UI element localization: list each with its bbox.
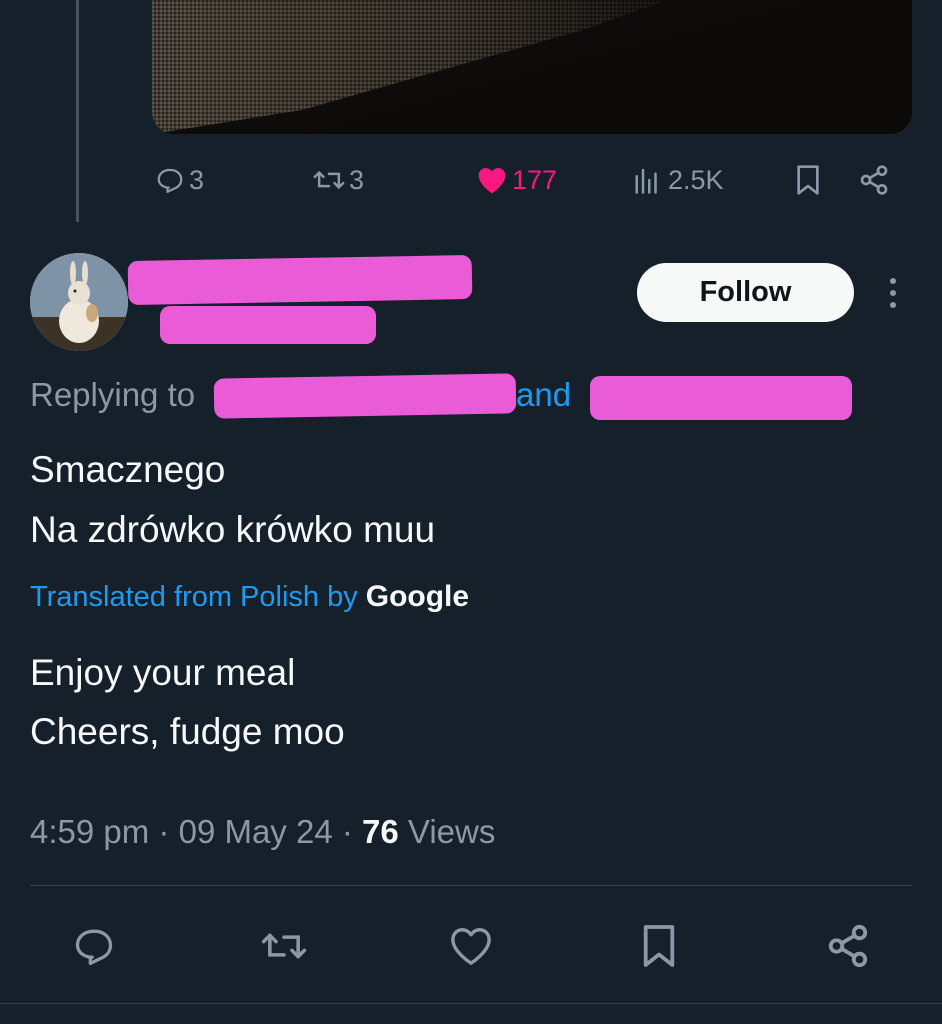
parent-tweet-action-bar: 3 3 177 2.5K	[0, 160, 942, 200]
avatar-photo	[30, 253, 128, 351]
tweet-time[interactable]: 4:59 pm	[30, 813, 149, 850]
replying-prefix: Replying to	[30, 376, 196, 413]
media-photo	[152, 0, 912, 134]
parent-retweet-button[interactable]: 3	[313, 160, 364, 200]
retweet-button[interactable]	[258, 920, 310, 972]
follow-button[interactable]: Follow	[637, 263, 854, 322]
translation-attribution[interactable]: Translated from Polish by Google	[30, 580, 469, 614]
parent-share-button[interactable]	[858, 160, 890, 200]
parent-tweet-media[interactable]	[152, 0, 912, 134]
share-button[interactable]	[822, 920, 874, 972]
replying-to-line: Replying to and	[30, 376, 571, 414]
bookmark-button[interactable]	[633, 920, 685, 972]
retweet-icon	[313, 171, 345, 189]
retweet-count: 3	[349, 164, 365, 195]
views-label: Views	[407, 813, 496, 850]
share-icon	[828, 924, 868, 968]
heart-icon	[451, 928, 491, 965]
reply-icon	[75, 929, 113, 966]
retweet-icon	[261, 933, 307, 959]
avatar[interactable]	[30, 253, 128, 351]
more-dot-icon	[890, 290, 896, 296]
tweet-text-line-2: Na zdrówko krówko muu	[30, 509, 436, 550]
reply-action-bar	[0, 920, 942, 972]
more-dot-icon	[890, 302, 896, 308]
like-button[interactable]	[445, 920, 497, 972]
parent-bookmark-button[interactable]	[794, 160, 822, 200]
reply-count: 3	[189, 164, 205, 195]
redacted-mention-1[interactable]	[213, 373, 517, 419]
reply-button[interactable]	[68, 920, 120, 972]
reply-icon	[157, 168, 183, 193]
redacted-handle	[160, 306, 376, 344]
translation-line-1: Enjoy your meal	[30, 652, 296, 693]
like-count: 177	[512, 164, 558, 195]
tweet-date[interactable]: 09 May 24	[179, 813, 333, 850]
redacted-display-name	[127, 255, 473, 305]
tweet-thread-view: 3 3 177 2.5K Follow Replying to and Smac…	[0, 0, 942, 1024]
more-dot-icon	[890, 278, 896, 284]
bookmark-icon	[643, 925, 675, 967]
more-options-button[interactable]	[878, 274, 908, 312]
parent-reply-button[interactable]: 3	[155, 160, 204, 200]
bookmark-icon	[797, 165, 819, 195]
bottom-divider	[0, 1003, 942, 1004]
tweet-text-line-1: Smacznego	[30, 449, 226, 490]
parent-views-button[interactable]: 2.5K	[632, 160, 724, 200]
tweet-metadata: 4:59 pm · 09 May 24 · 76 Views	[30, 813, 495, 851]
view-count: 2.5K	[668, 164, 724, 195]
separator: ·	[341, 813, 353, 850]
translated-label: Translated from Polish by	[30, 580, 358, 613]
divider	[30, 885, 912, 886]
separator: ·	[158, 813, 170, 850]
google-brand: Google	[365, 580, 470, 613]
share-icon	[860, 165, 888, 195]
parent-like-button[interactable]: 177	[476, 160, 557, 200]
views-count: 76	[362, 813, 399, 850]
heart-filled-icon	[478, 168, 506, 194]
translation-line-2: Cheers, fudge moo	[30, 711, 345, 752]
redacted-mention-2[interactable]	[590, 376, 852, 420]
views-chart-icon	[635, 168, 657, 194]
replying-and: and	[516, 376, 572, 413]
